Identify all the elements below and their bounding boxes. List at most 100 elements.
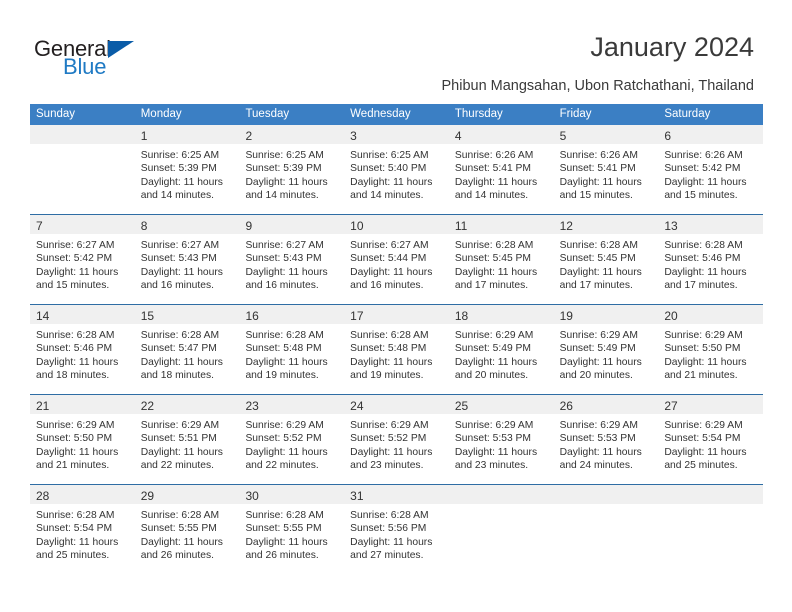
day-number-band: 6	[658, 125, 764, 144]
day-number: 24	[350, 399, 364, 413]
day-number: 30	[245, 489, 259, 503]
daylight-text-line1: Daylight: 11 hours	[559, 356, 642, 368]
daylight-text-line1: Daylight: 11 hours	[36, 266, 119, 278]
day-number: 10	[350, 219, 364, 233]
day-sun-info: Sunrise: 6:28 AM Sunset: 5:56 PM Daylight:…	[344, 504, 449, 563]
day-number-band: 8	[134, 215, 240, 234]
calendar-day-cell[interactable]: 13 Sunrise: 6:28 AM Sunset: 5:46 PM Dayligh…	[658, 215, 764, 304]
daylight-text-line1: Daylight: 11 hours	[559, 266, 642, 278]
sunset-text: Sunset: 5:46 PM	[664, 253, 741, 265]
calendar-day-cell[interactable]: 20 Sunrise: 6:29 AM Sunset: 5:50 PM Dayligh…	[658, 305, 764, 394]
day-number: 15	[140, 309, 155, 323]
sunset-text: Sunset: 5:55 PM	[245, 523, 322, 535]
calendar-day-cell[interactable]: 9 Sunrise: 6:27 AM Sunset: 5:43 PM Daylight…	[239, 215, 345, 304]
day-number: 9	[245, 219, 253, 233]
day-number-band: 9	[239, 215, 345, 234]
calendar-day-cell[interactable]: 26 Sunrise: 6:29 AM Sunset: 5:53 PM Dayligh…	[553, 395, 659, 484]
calendar-day-cell[interactable]: 14 Sunrise: 6:28 AM Sunset: 5:46 PM Dayligh…	[30, 305, 135, 394]
daylight-text-line2: and 17 minutes.	[559, 280, 633, 292]
sunset-text: Sunset: 5:53 PM	[454, 433, 532, 445]
sunrise-text: Sunrise: 6:25 AM	[245, 150, 324, 161]
day-number-band: 21	[30, 395, 135, 414]
calendar-day-cell[interactable]: 2 Sunrise: 6:25 AM Sunset: 5:39 PM Daylight…	[239, 125, 345, 214]
daylight-text-line2: and 19 minutes.	[245, 370, 319, 382]
daylight-text-line2: and 17 minutes.	[454, 280, 529, 292]
calendar-day-cell[interactable]: 23 Sunrise: 6:29 AM Sunset: 5:52 PM Dayligh…	[239, 395, 345, 484]
daylight-text-line1: Daylight: 11 hours	[140, 446, 223, 458]
sunrise-text: Sunrise: 6:28 AM	[454, 240, 534, 251]
calendar-day-cell[interactable]: 31 Sunrise: 6:28 AM Sunset: 5:56 PM Dayligh…	[344, 485, 449, 574]
day-number: 2	[245, 129, 253, 143]
sunset-text: Sunset: 5:48 PM	[245, 343, 322, 355]
day-sun-info: Sunrise: 6:28 AM Sunset: 5:55 PM Daylight:…	[135, 504, 240, 563]
sunset-text: Sunset: 5:53 PM	[559, 433, 636, 445]
sunrise-text: Sunrise: 6:27 AM	[140, 240, 220, 251]
calendar-day-cell[interactable]: 8 Sunrise: 6:27 AM Sunset: 5:43 PM Daylight…	[134, 215, 240, 304]
calendar-day-cell[interactable]: 21 Sunrise: 6:29 AM Sunset: 5:50 PM Dayligh…	[30, 395, 135, 484]
calendar-day-cell[interactable]: 19 Sunrise: 6:29 AM Sunset: 5:49 PM Dayligh…	[553, 305, 659, 394]
calendar-day-cell[interactable]: 6 Sunrise: 6:26 AM Sunset: 5:42 PM Daylight…	[658, 125, 764, 214]
sunrise-text: Sunrise: 6:29 AM	[140, 420, 220, 431]
calendar-day-cell[interactable]: 29 Sunrise: 6:28 AM Sunset: 5:55 PM Dayligh…	[134, 485, 240, 574]
calendar-day-cell[interactable]: 3 Sunrise: 6:25 AM Sunset: 5:40 PM Daylight…	[344, 125, 449, 214]
calendar-day-cell[interactable]: 10 Sunrise: 6:27 AM Sunset: 5:44 PM Dayligh…	[344, 215, 449, 304]
calendar-day-cell[interactable]: 16 Sunrise: 6:28 AM Sunset: 5:48 PM Dayligh…	[239, 305, 345, 394]
calendar-day-cell[interactable]: 18 Sunrise: 6:29 AM Sunset: 5:49 PM Dayligh…	[448, 305, 554, 394]
day-number-band: 11	[448, 215, 554, 234]
generalblue-logo[interactable]: General Blue	[34, 38, 164, 82]
daylight-text-line2: and 27 minutes.	[350, 550, 424, 562]
sunset-text: Sunset: 5:55 PM	[140, 523, 217, 535]
calendar-day-cell[interactable]: 30 Sunrise: 6:28 AM Sunset: 5:55 PM Dayligh…	[239, 485, 345, 574]
daylight-text-line1: Daylight: 11 hours	[36, 356, 119, 368]
weekday-header-saturday: Saturday	[664, 108, 711, 120]
day-number-band: 17	[344, 305, 449, 324]
calendar-day-cell[interactable]: 4 Sunrise: 6:26 AM Sunset: 5:41 PM Daylight…	[448, 125, 554, 214]
daylight-text-line1: Daylight: 11 hours	[36, 536, 119, 548]
sunrise-text: Sunrise: 6:28 AM	[350, 330, 429, 341]
daylight-text-line2: and 15 minutes.	[36, 280, 110, 292]
daylight-text-line1: Daylight: 11 hours	[140, 176, 223, 188]
triangle-icon	[108, 41, 134, 58]
weekday-header-tuesday: Tuesday	[245, 108, 290, 120]
calendar-day-cell[interactable]: 25 Sunrise: 6:29 AM Sunset: 5:53 PM Dayligh…	[448, 395, 554, 484]
calendar-day-cell[interactable]: 15 Sunrise: 6:28 AM Sunset: 5:47 PM Dayligh…	[134, 305, 240, 394]
day-sun-info: Sunrise: 6:28 AM Sunset: 5:47 PM Daylight:…	[135, 324, 240, 383]
daylight-text-line1: Daylight: 11 hours	[245, 446, 328, 458]
day-number-band: 10	[344, 215, 449, 234]
day-number-band: 13	[658, 215, 764, 234]
day-number-band: 24	[344, 395, 449, 414]
daylight-text-line2: and 26 minutes.	[140, 550, 214, 562]
sunrise-text: Sunrise: 6:26 AM	[454, 150, 534, 161]
sunset-text: Sunset: 5:43 PM	[245, 253, 322, 265]
day-number: 6	[664, 129, 671, 143]
calendar-day-cell[interactable]: 11 Sunrise: 6:28 AM Sunset: 5:45 PM Dayligh…	[448, 215, 554, 304]
calendar-day-cell[interactable]: 28 Sunrise: 6:28 AM Sunset: 5:54 PM Dayligh…	[30, 485, 135, 574]
day-number-band: 4	[448, 125, 554, 144]
daylight-text-line1: Daylight: 11 hours	[245, 356, 328, 368]
day-number: 19	[559, 309, 573, 323]
calendar-day-cell-empty	[448, 485, 554, 574]
calendar-day-cell[interactable]: 12 Sunrise: 6:28 AM Sunset: 5:45 PM Dayligh…	[553, 215, 659, 304]
calendar-day-cell[interactable]: 24 Sunrise: 6:29 AM Sunset: 5:52 PM Dayligh…	[344, 395, 449, 484]
sunrise-text: Sunrise: 6:29 AM	[559, 420, 639, 431]
daylight-text-line2: and 23 minutes.	[454, 460, 529, 472]
day-number-band: 30	[239, 485, 345, 504]
calendar-day-cell[interactable]: 5 Sunrise: 6:26 AM Sunset: 5:41 PM Daylight…	[553, 125, 659, 214]
day-sun-info: Sunrise: 6:27 AM Sunset: 5:42 PM Daylight:…	[30, 234, 135, 293]
calendar-week-row: 28 Sunrise: 6:28 AM Sunset: 5:54 PM Dayligh…	[30, 484, 764, 574]
calendar-day-cell[interactable]: 22 Sunrise: 6:29 AM Sunset: 5:51 PM Dayligh…	[134, 395, 240, 484]
daylight-text-line1: Daylight: 11 hours	[664, 356, 747, 368]
calendar-day-cell[interactable]: 17 Sunrise: 6:28 AM Sunset: 5:48 PM Dayligh…	[344, 305, 449, 394]
sunset-text: Sunset: 5:50 PM	[664, 343, 741, 355]
sunset-text: Sunset: 5:50 PM	[36, 433, 113, 445]
calendar-day-cell[interactable]: 27 Sunrise: 6:29 AM Sunset: 5:54 PM Dayligh…	[658, 395, 764, 484]
daylight-text-line2: and 22 minutes.	[140, 460, 214, 472]
calendar-day-cell[interactable]: 7 Sunrise: 6:27 AM Sunset: 5:42 PM Daylight…	[30, 215, 135, 304]
daylight-text-line1: Daylight: 11 hours	[350, 446, 433, 458]
daylight-text-line2: and 23 minutes.	[350, 460, 424, 472]
day-number: 8	[140, 219, 148, 233]
daylight-text-line2: and 24 minutes.	[559, 460, 633, 472]
calendar-day-cell[interactable]: 1 Sunrise: 6:25 AM Sunset: 5:39 PM Daylight…	[134, 125, 240, 214]
day-number: 4	[454, 129, 462, 143]
daylight-text-line1: Daylight: 11 hours	[245, 266, 328, 278]
